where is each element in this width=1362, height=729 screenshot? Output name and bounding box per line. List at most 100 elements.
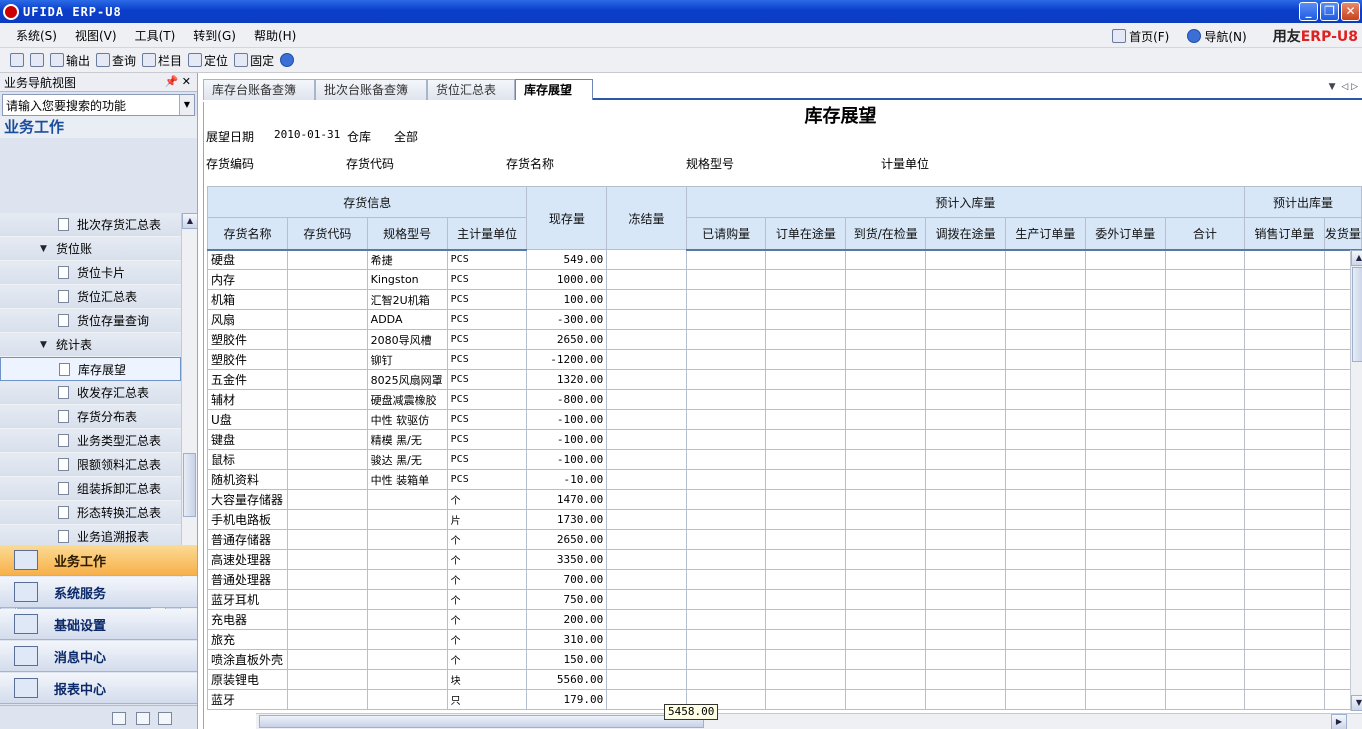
scroll-right-icon[interactable]: ▶ bbox=[1331, 714, 1347, 729]
tree-item[interactable]: 形态转换汇总表 bbox=[0, 501, 181, 525]
expanded-arrow-icon[interactable]: ▼ bbox=[40, 340, 50, 350]
table-row[interactable]: 蓝牙耳机 个 750.00 bbox=[207, 589, 1362, 610]
col-production-order[interactable]: 生产订单量 bbox=[1004, 217, 1086, 251]
tree-vertical-scrollbar[interactable]: ▲ ▼ bbox=[181, 213, 198, 594]
col-item-name[interactable]: 存货名称 bbox=[207, 217, 288, 251]
tab-nav[interactable]: ▼ ◁ ▷ bbox=[1329, 82, 1358, 92]
restore-button[interactable]: ❐ bbox=[1320, 2, 1339, 21]
tree-item[interactable]: 限额领料汇总表 bbox=[0, 453, 181, 477]
table-row[interactable]: 键盘 精模 黑/无 PCS -100.00 bbox=[207, 429, 1362, 450]
tree-item[interactable]: 业务类型汇总表 bbox=[0, 429, 181, 453]
tab-inventory-outlook[interactable]: 库存展望✕ bbox=[515, 79, 593, 117]
table-row[interactable]: 喷涂直板外壳 个 150.00 bbox=[207, 649, 1362, 670]
tree-item[interactable]: 批次存货汇总表 bbox=[0, 213, 181, 237]
tree-item[interactable]: 库存展望 bbox=[0, 357, 181, 381]
nav-report-center[interactable]: 报表中心 bbox=[0, 673, 197, 704]
chevron-down-icon[interactable]: ▼ bbox=[179, 95, 194, 115]
query-button[interactable]: 查询 bbox=[93, 52, 139, 69]
expanded-arrow-icon[interactable]: ▼ bbox=[40, 244, 50, 254]
table-row[interactable]: 随机资料 中性 装箱单 PCS -10.00 bbox=[207, 469, 1362, 490]
tree-item[interactable]: 货位存量查询 bbox=[0, 309, 181, 333]
list-icon[interactable] bbox=[136, 712, 150, 725]
table-row[interactable]: U盘 中性 软驱仿 PCS -100.00 bbox=[207, 409, 1362, 430]
col-arrived-inspect[interactable]: 到货/在检量 bbox=[845, 217, 927, 251]
table-row[interactable]: 普通存储器 个 2650.00 bbox=[207, 529, 1362, 550]
report-horizontal-scrollbar[interactable]: ▶ bbox=[256, 713, 1362, 729]
table-row[interactable]: 辅材 硬盘减震橡胶 PCS -800.00 bbox=[207, 389, 1362, 410]
col-order-transit[interactable]: 订单在途量 bbox=[765, 217, 847, 251]
report-vertical-scrollbar[interactable]: ▲ ▼ bbox=[1350, 250, 1362, 711]
col-unit[interactable]: 主计量单位 bbox=[446, 217, 528, 251]
tree-item[interactable]: 存货分布表 bbox=[0, 405, 181, 429]
column-button[interactable]: 栏目 bbox=[139, 52, 185, 69]
table-row[interactable]: 五金件 8025风扇网罩 PCS 1320.00 bbox=[207, 369, 1362, 390]
panel-close-icon[interactable]: ✕ bbox=[182, 75, 191, 88]
nav-basic-settings[interactable]: 基础设置 bbox=[0, 609, 197, 640]
home-button[interactable]: 首页(F) bbox=[1106, 28, 1175, 45]
tree-item[interactable]: 货位汇总表 bbox=[0, 285, 181, 309]
col-transfer-transit[interactable]: 调拨在途量 bbox=[925, 217, 1006, 251]
scroll-down-icon[interactable]: ▼ bbox=[1351, 695, 1362, 711]
col-spec[interactable]: 规格型号 bbox=[366, 217, 448, 251]
col-outsource-order[interactable]: 委外订单量 bbox=[1084, 217, 1166, 251]
table-row[interactable]: 高速处理器 个 3350.00 bbox=[207, 549, 1362, 570]
function-search-input[interactable]: 请输入您要搜索的功能 ▼ bbox=[2, 94, 195, 116]
scroll-thumb[interactable] bbox=[183, 453, 196, 517]
scroll-thumb[interactable] bbox=[259, 715, 704, 728]
table-row[interactable]: 内存 Kingston PCS 1000.00 bbox=[207, 269, 1362, 290]
col-delivery[interactable]: 发货量 bbox=[1323, 217, 1362, 251]
col-frozen[interactable]: 冻结量 bbox=[606, 186, 687, 250]
table-row[interactable]: 风扇 ADDA PCS -300.00 bbox=[207, 309, 1362, 330]
tree-item[interactable]: ▼ 货位账 bbox=[0, 237, 181, 261]
minimize-button[interactable]: _ bbox=[1299, 2, 1318, 21]
output-button[interactable]: 输出 bbox=[47, 52, 93, 69]
col-item-code[interactable]: 存货代码 bbox=[286, 217, 368, 251]
table-row[interactable]: 塑胶件 铆钉 PCS -1200.00 bbox=[207, 349, 1362, 370]
scroll-up-icon[interactable]: ▲ bbox=[1351, 250, 1362, 266]
table-row[interactable]: 大容量存储器 个 1470.00 bbox=[207, 489, 1362, 510]
scroll-thumb[interactable] bbox=[1352, 267, 1362, 362]
col-on-hand[interactable]: 现存量 bbox=[526, 186, 608, 250]
help-button[interactable] bbox=[277, 53, 297, 67]
table-row[interactable]: 硬盘 希捷 PCS 549.00 bbox=[207, 249, 1362, 270]
tree-item[interactable]: ▼ 统计表 bbox=[0, 333, 181, 357]
menu-tools[interactable]: 工具(T) bbox=[126, 27, 185, 44]
table-row[interactable]: 充电器 个 200.00 bbox=[207, 609, 1362, 630]
menu-goto[interactable]: 转到(G) bbox=[184, 27, 245, 44]
table-row[interactable]: 机箱 汇智2U机箱 PCS 100.00 bbox=[207, 289, 1362, 310]
table-row[interactable]: 旅充 个 310.00 bbox=[207, 629, 1362, 650]
nav-button[interactable]: 导航(N) bbox=[1181, 28, 1252, 45]
table-row[interactable]: 塑胶件 2080导风槽 PCS 2650.00 bbox=[207, 329, 1362, 350]
tree-icon[interactable] bbox=[158, 712, 172, 725]
print-button[interactable] bbox=[0, 53, 27, 67]
tab-location-summary[interactable]: 货位汇总表 bbox=[427, 79, 515, 100]
col-total[interactable]: 合计 bbox=[1164, 217, 1246, 251]
pin-icon[interactable]: 📌 bbox=[165, 75, 179, 88]
locate-button[interactable]: 定位 bbox=[185, 52, 231, 69]
col-sales-order[interactable]: 销售订单量 bbox=[1244, 217, 1325, 251]
table-row[interactable]: 鼠标 骏达 黑/无 PCS -100.00 bbox=[207, 449, 1362, 470]
menu-view[interactable]: 视图(V) bbox=[66, 27, 126, 44]
cell-item-name: 蓝牙 bbox=[207, 689, 288, 710]
nav-message-center[interactable]: 消息中心 bbox=[0, 641, 197, 672]
table-row[interactable]: 蓝牙 只 179.00 bbox=[207, 689, 1362, 710]
table-row[interactable]: 手机电路板 片 1730.00 bbox=[207, 509, 1362, 530]
nav-system-service[interactable]: 系统服务 bbox=[0, 577, 197, 608]
settings-icon[interactable] bbox=[112, 712, 126, 725]
menu-help[interactable]: 帮助(H) bbox=[245, 27, 305, 44]
tree-item[interactable]: 货位卡片 bbox=[0, 261, 181, 285]
menu-system[interactable]: 系统(S) bbox=[0, 27, 66, 44]
col-requested[interactable]: 已请购量 bbox=[685, 217, 767, 251]
close-button[interactable]: ✕ bbox=[1341, 2, 1360, 21]
table-row[interactable]: 原装锂电 块 5560.00 bbox=[207, 669, 1362, 690]
nav-business-work[interactable]: 业务工作 bbox=[0, 545, 197, 576]
scroll-up-icon[interactable]: ▲ bbox=[182, 213, 198, 229]
tree-item[interactable]: 组装拆卸汇总表 bbox=[0, 477, 181, 501]
table-row[interactable]: 普通处理器 个 700.00 bbox=[207, 569, 1362, 590]
tab-stock-ledger[interactable]: 库存台账备查簿 bbox=[203, 79, 315, 100]
fix-button[interactable]: 固定 bbox=[231, 52, 277, 69]
tree-item[interactable]: 收发存汇总表 bbox=[0, 381, 181, 405]
gear-icon bbox=[14, 614, 38, 634]
preview-button[interactable] bbox=[27, 53, 47, 67]
tab-batch-ledger[interactable]: 批次台账备查簿 bbox=[315, 79, 427, 100]
